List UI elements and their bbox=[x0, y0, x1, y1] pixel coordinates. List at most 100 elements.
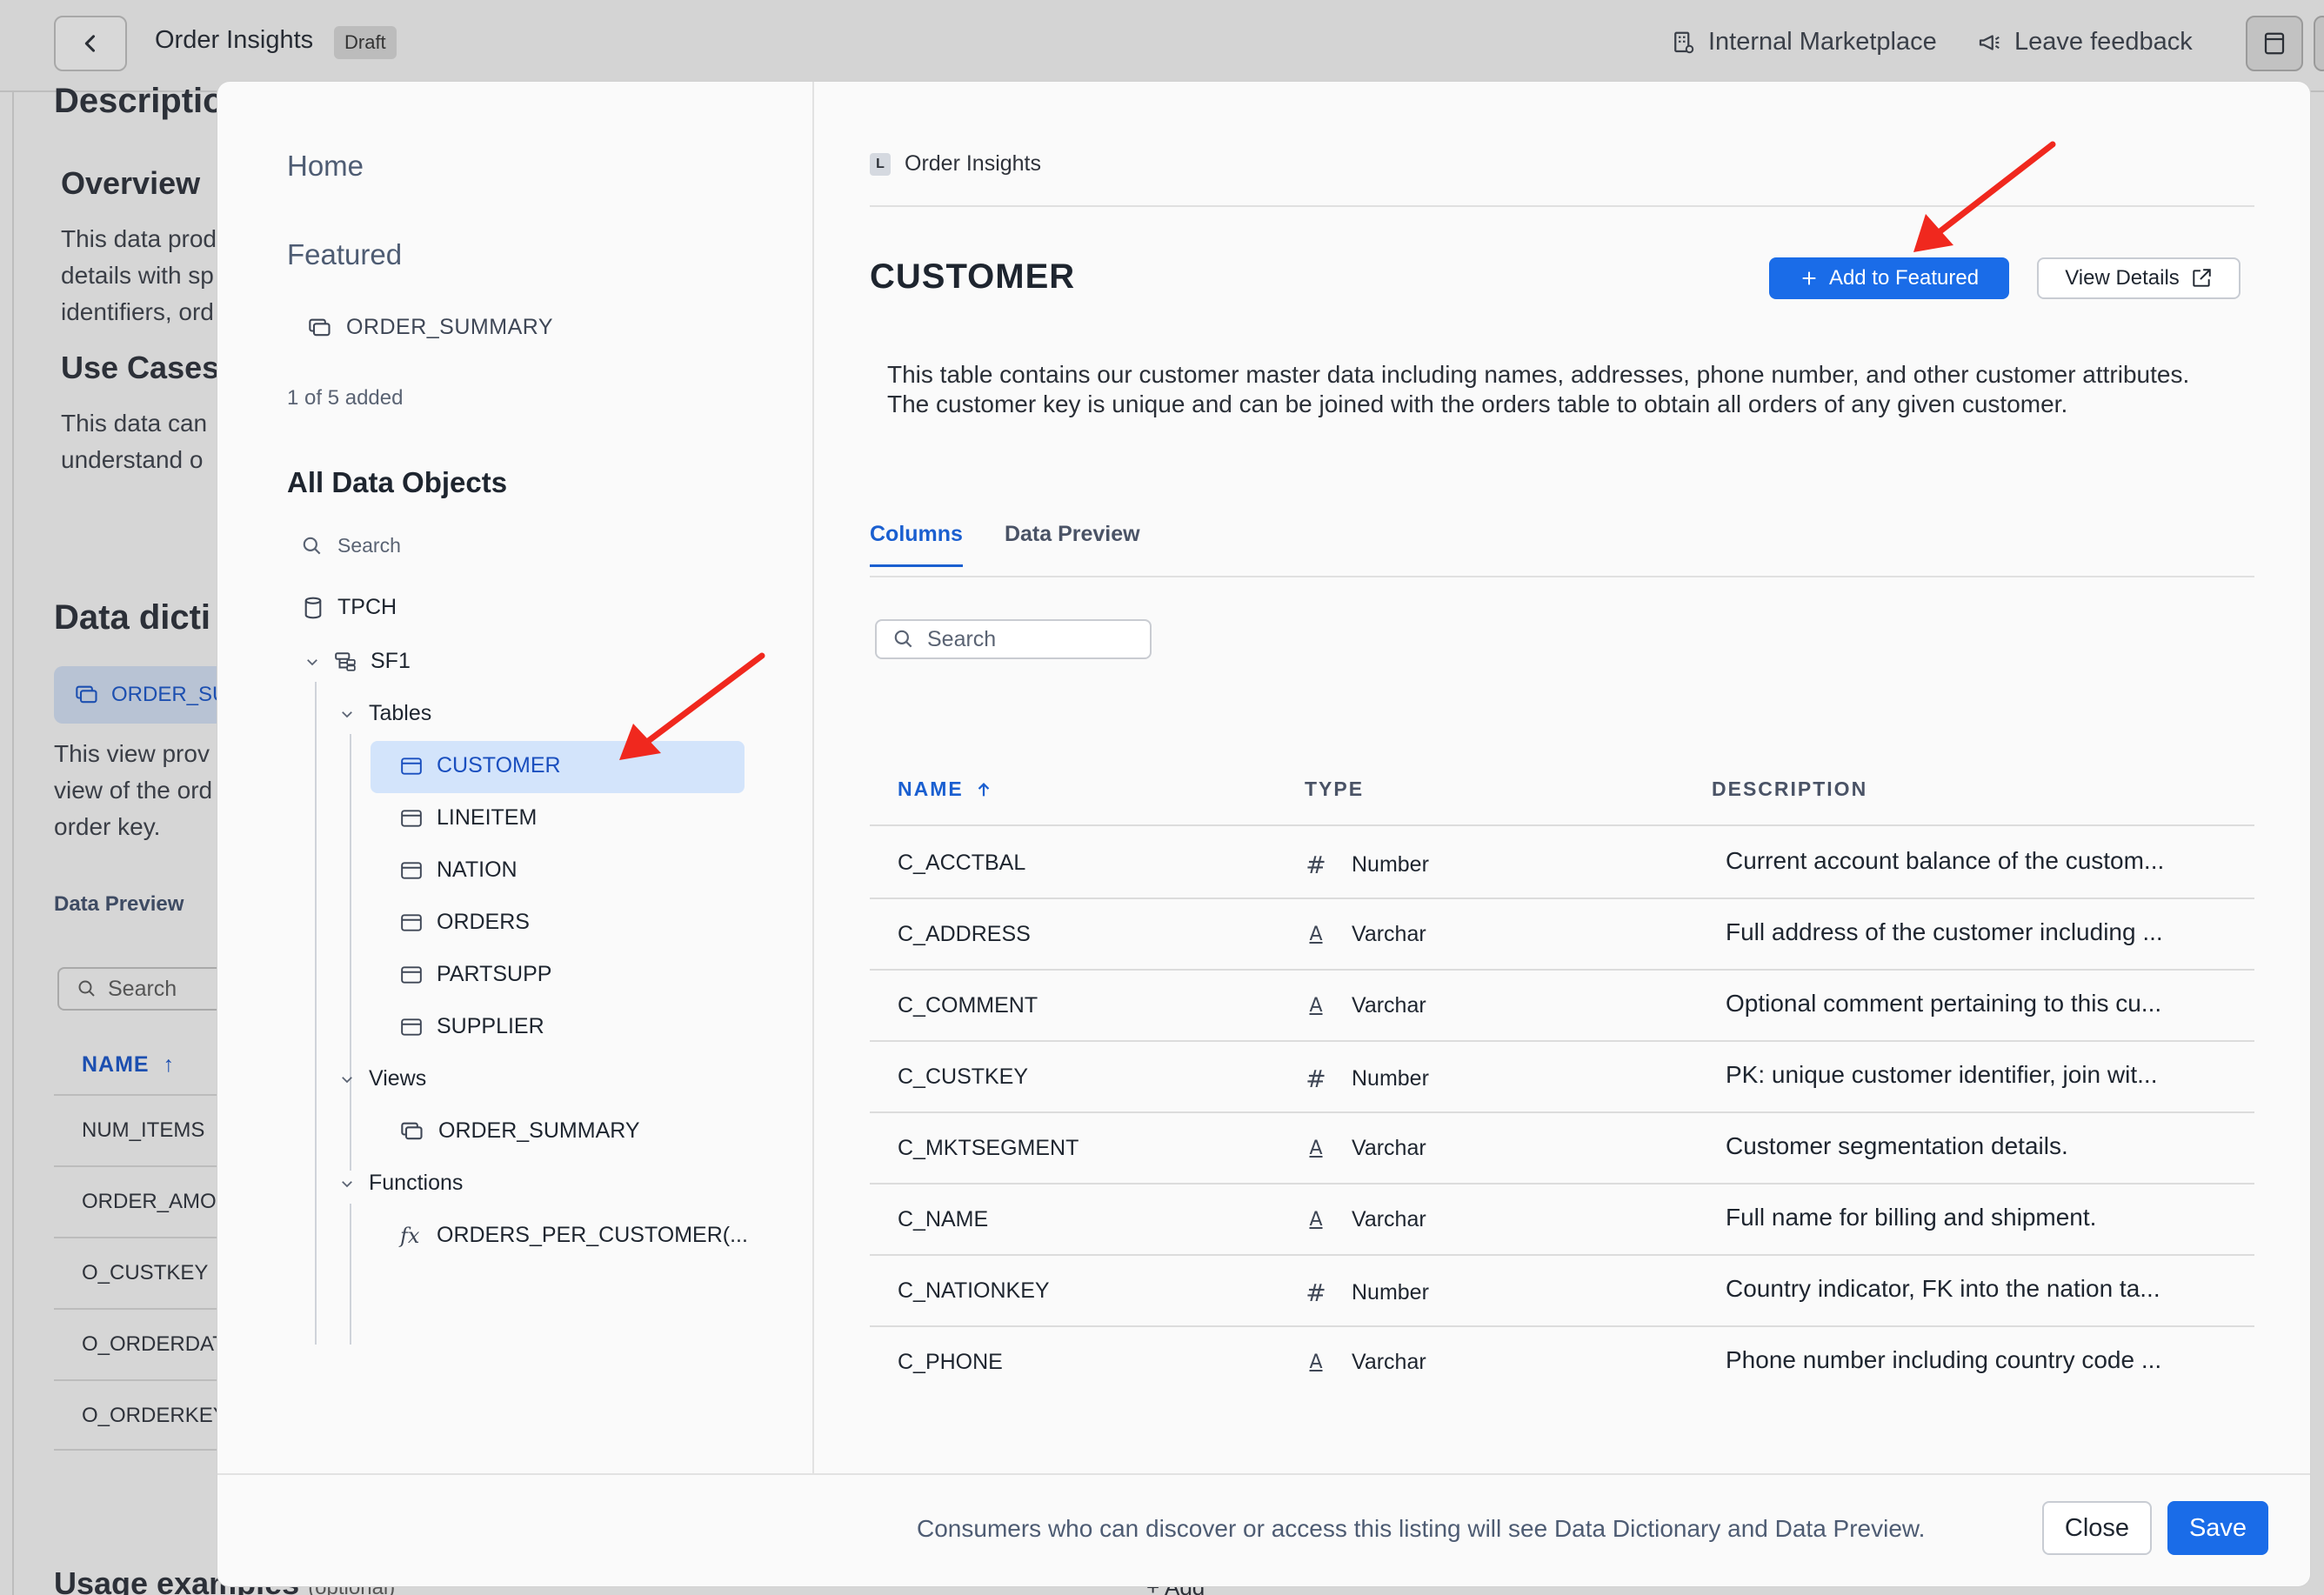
tree-group-functions[interactable]: Functions bbox=[339, 1171, 463, 1196]
listing-badge-icon: L bbox=[870, 152, 891, 176]
object-description: This table contains our customer master … bbox=[887, 361, 2190, 417]
functions-label: Functions bbox=[369, 1171, 464, 1195]
name-column-header[interactable]: NAME bbox=[898, 777, 993, 801]
table-row: ORDER_AMOU bbox=[54, 1165, 232, 1237]
column-type: # Number bbox=[1305, 851, 1429, 879]
tree-table-supplier[interactable]: SUPPLIER bbox=[400, 1014, 544, 1039]
type-column-header[interactable]: TYPE bbox=[1305, 777, 1364, 801]
column-description: PK: unique customer identifier, join wit… bbox=[1726, 1061, 2158, 1088]
search-icon bbox=[78, 980, 95, 997]
overview-text-line: identifiers, ord bbox=[61, 298, 214, 325]
tree-schema-sf1[interactable]: SF1 bbox=[304, 649, 411, 674]
tree-table-nation[interactable]: NATION bbox=[400, 858, 518, 883]
view-icon bbox=[401, 1122, 423, 1139]
view-text-line: order key. bbox=[54, 813, 161, 840]
column-name: C_PHONE bbox=[898, 1350, 1003, 1374]
text-type-icon: A bbox=[1309, 1138, 1323, 1159]
table-icon bbox=[401, 809, 422, 827]
column-type-label: Varchar bbox=[1352, 1136, 1426, 1160]
tab-columns[interactable]: Columns bbox=[870, 522, 963, 567]
divider bbox=[870, 205, 2254, 207]
leave-feedback-link[interactable]: Leave feedback bbox=[1976, 28, 2193, 57]
internal-marketplace-label: Internal Marketplace bbox=[1708, 28, 1937, 56]
panel-icon bbox=[2264, 32, 2285, 55]
tab-data-preview[interactable]: Data Preview bbox=[1005, 522, 1140, 567]
table-row[interactable]: C_NATIONKEY # Number Country indicator, F… bbox=[870, 1256, 2254, 1327]
top-bar: Order Insights Draft Internal Marketplac… bbox=[0, 0, 2324, 92]
table-label: ORDERS bbox=[437, 910, 530, 934]
database-icon bbox=[304, 597, 322, 618]
column-name: C_CUSTKEY bbox=[898, 1064, 1029, 1089]
featured-item-label: ORDER_SUMMARY bbox=[346, 315, 554, 339]
tree-table-customer[interactable]: CUSTOMER bbox=[400, 753, 561, 778]
internal-marketplace-link[interactable]: Internal Marketplace bbox=[1670, 28, 1937, 57]
footer-notice: Consumers who can discover or access thi… bbox=[917, 1515, 1926, 1542]
add-to-featured-button[interactable]: Add to Featured bbox=[1769, 257, 2009, 299]
view-details-button[interactable]: View Details bbox=[2037, 257, 2241, 299]
table-row[interactable]: C_ACCTBAL # Number Current account balanc… bbox=[870, 828, 2254, 899]
text-type-icon: A bbox=[1309, 995, 1323, 1017]
chevron-down-icon bbox=[342, 711, 352, 717]
use-cases-heading: Use Cases bbox=[61, 350, 220, 385]
view-icon bbox=[309, 318, 331, 336]
table-row[interactable]: C_NAME A Varchar Full name for billing an… bbox=[870, 1185, 2254, 1256]
column-type-label: Varchar bbox=[1352, 1207, 1426, 1231]
view-text-line: view of the ord bbox=[54, 777, 213, 804]
plus-icon bbox=[1802, 271, 1816, 285]
table-row[interactable]: C_MKTSEGMENT A Varchar Customer segmentat… bbox=[870, 1113, 2254, 1185]
sidebar-featured[interactable]: Featured bbox=[287, 238, 402, 271]
featured-count: 1 of 5 added bbox=[287, 386, 404, 410]
overview-heading: Overview bbox=[61, 165, 201, 201]
tree-group-tables[interactable]: Tables bbox=[339, 701, 431, 726]
breadcrumb-label[interactable]: Order Insights bbox=[905, 151, 1041, 177]
table-row[interactable]: C_PHONE A Varchar Phone number including … bbox=[870, 1327, 2254, 1398]
tree-function-orders-per-customer[interactable]: fx ORDERS_PER_CUSTOMER(... bbox=[400, 1223, 748, 1248]
tree-table-lineitem[interactable]: LINEITEM bbox=[400, 805, 537, 831]
chip-label: ORDER_SU bbox=[111, 683, 228, 706]
table-icon bbox=[401, 913, 422, 931]
table-row[interactable]: C_CUSTKEY # Number PK: unique customer id… bbox=[870, 1042, 2254, 1113]
table-icon bbox=[401, 861, 422, 879]
tree-table-orders[interactable]: ORDERS bbox=[400, 910, 530, 935]
back-button[interactable] bbox=[54, 16, 127, 71]
app-title: Order Insights bbox=[155, 26, 314, 54]
more-button[interactable] bbox=[2314, 16, 2324, 71]
column-type: A Varchar bbox=[1305, 1350, 1426, 1375]
tables-label: Tables bbox=[369, 701, 432, 725]
table-row: O_ORDERDAT bbox=[54, 1308, 228, 1379]
search-placeholder: Search bbox=[108, 976, 177, 1001]
overview-text-line: details with sp bbox=[61, 262, 214, 289]
columns-search-input[interactable]: Search bbox=[875, 619, 1152, 659]
column-type-label: Number bbox=[1352, 1066, 1429, 1091]
close-button[interactable]: Close bbox=[2042, 1501, 2152, 1555]
table-row[interactable]: C_ADDRESS A Varchar Full address of the c… bbox=[870, 899, 2254, 971]
sidebar-home[interactable]: Home bbox=[287, 150, 364, 183]
column-name: C_MKTSEGMENT bbox=[898, 1136, 1079, 1160]
table-row[interactable]: C_COMMENT A Varchar Optional comment pert… bbox=[870, 971, 2254, 1042]
object-chip[interactable]: ORDER_SU bbox=[54, 666, 245, 724]
panel-toggle-button[interactable] bbox=[2246, 16, 2303, 71]
save-button[interactable]: Save bbox=[2167, 1501, 2268, 1555]
column-description: Country indicator, FK into the nation ta… bbox=[1726, 1275, 2160, 1302]
column-type: # Number bbox=[1305, 1278, 1429, 1307]
type-header-label: TYPE bbox=[1305, 777, 1365, 800]
data-dictionary-heading: Data dicti bbox=[54, 598, 211, 637]
row-name: ORDER_AMOU bbox=[82, 1190, 232, 1213]
chevron-down-icon bbox=[342, 1076, 352, 1083]
tree-view-order-summary[interactable]: ORDER_SUMMARY bbox=[400, 1118, 640, 1144]
background-search-input[interactable]: Search bbox=[57, 967, 231, 1011]
tree-table-partsupp[interactable]: PARTSUPP bbox=[400, 962, 551, 987]
featured-item[interactable]: ORDER_SUMMARY bbox=[308, 315, 553, 340]
description-column-header[interactable]: DESCRIPTION bbox=[1712, 777, 1867, 801]
column-name: C_ADDRESS bbox=[898, 922, 1031, 946]
view-details-label: View Details bbox=[2065, 266, 2180, 290]
tree-guide-line bbox=[350, 1204, 351, 1345]
function-icon: fx bbox=[400, 1223, 420, 1248]
tree-database-tpch[interactable]: TPCH bbox=[303, 595, 397, 620]
tree-group-views[interactable]: Views bbox=[339, 1066, 426, 1091]
sidebar-search-input[interactable]: Search bbox=[301, 534, 401, 557]
column-description: Full address of the customer including .… bbox=[1726, 918, 2163, 945]
name-column-header[interactable]: NAME ↑ bbox=[82, 1052, 175, 1078]
all-data-objects-heading: All Data Objects bbox=[287, 466, 508, 498]
modal-footer: Consumers who can discover or access thi… bbox=[217, 1473, 2310, 1586]
